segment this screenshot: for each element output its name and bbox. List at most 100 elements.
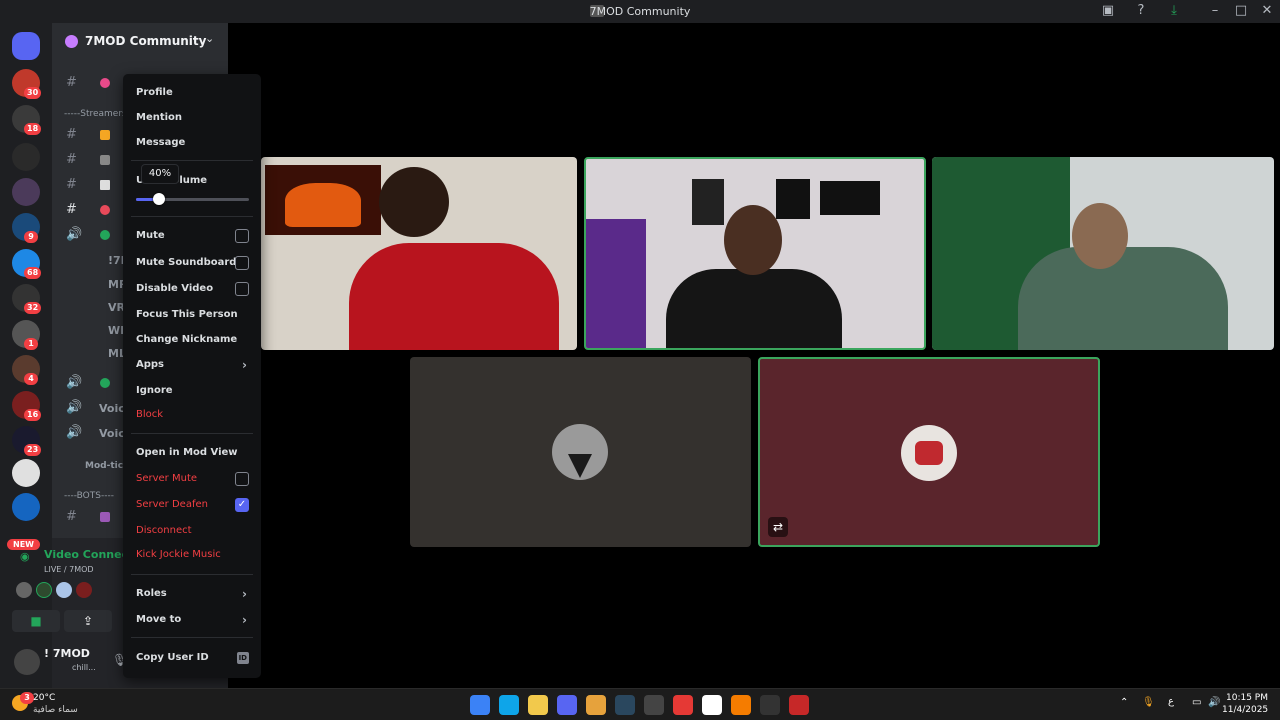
category-streamers[interactable]: -----Streamers [64, 109, 127, 119]
menu-item-message[interactable]: Message [131, 133, 253, 153]
channel-row[interactable]: # [66, 202, 110, 217]
language-indicator[interactable]: ع [1168, 696, 1174, 707]
channel-row[interactable]: # [66, 152, 110, 167]
channel-row[interactable]: # [66, 127, 110, 142]
chat-app-icon[interactable] [586, 695, 606, 715]
disable-video-checkbox[interactable] [235, 282, 249, 296]
video-tile-streamer-3[interactable] [932, 157, 1274, 350]
quickshare-icon[interactable] [702, 695, 722, 715]
server-icon[interactable] [12, 178, 40, 206]
category-bots[interactable]: ----BOTS---- [64, 491, 114, 501]
avatar-tile-bot[interactable]: ⇄ [758, 357, 1100, 547]
screen-share-icon[interactable]: ▣ [1100, 3, 1116, 19]
chevron-up-icon[interactable]: ⌃ [1120, 697, 1128, 708]
maximize-icon[interactable]: □ [1233, 3, 1249, 19]
guild-name: 7MOD Community [85, 34, 207, 48]
clock-date[interactable]: 11/4/2025 [1222, 705, 1268, 715]
weather-temp[interactable]: 20°C [33, 693, 55, 703]
person-head [379, 167, 449, 237]
volume-slider[interactable] [136, 193, 249, 205]
avatar-tile-cat[interactable] [410, 357, 751, 547]
obs-icon[interactable] [644, 695, 664, 715]
screen-share-button[interactable]: ⇪ [64, 610, 112, 632]
signal-icon: ◉ [20, 550, 30, 563]
menu-item-mention[interactable]: Mention [131, 108, 253, 128]
epic-games-icon[interactable] [760, 695, 780, 715]
server-deafen-checkbox[interactable]: ✓ [235, 498, 249, 512]
menu-item-disconnect[interactable]: Disconnect [131, 521, 253, 541]
guild-header[interactable]: 7MOD Community ⌄ [52, 23, 228, 59]
person-silhouette [666, 269, 842, 348]
microphone-icon[interactable]: 🎙 [1142, 697, 1155, 708]
minimize-icon[interactable]: – [1207, 3, 1223, 19]
mute-checkbox[interactable] [235, 229, 249, 243]
menu-item-server-mute[interactable]: Server Mute [131, 469, 253, 489]
media-app-icon[interactable] [789, 695, 809, 715]
voice-channel-icon[interactable]: 🔊 [66, 425, 82, 440]
discord-icon[interactable] [557, 695, 577, 715]
menu-item-move-to[interactable]: Move to › [131, 610, 253, 630]
voice-channel-icon[interactable]: 🔊 [66, 400, 82, 415]
menu-item-roles[interactable]: Roles › [131, 584, 253, 604]
mute-soundboard-checkbox[interactable] [235, 256, 249, 270]
voice-member[interactable]: WI [108, 324, 124, 337]
avatar[interactable] [14, 649, 40, 675]
participant-avatar[interactable] [16, 582, 32, 598]
mention-badge: 9 [24, 231, 38, 243]
menu-item-apps[interactable]: Apps › [131, 355, 253, 375]
menu-item-open-mod-view[interactable]: Open in Mod View [131, 443, 253, 463]
stream-icon[interactable]: ⇄ [768, 517, 788, 537]
guild-icon [65, 35, 78, 48]
download-icon[interactable]: ⤓ [1166, 3, 1182, 19]
chevron-right-icon: › [242, 358, 247, 372]
menu-item-mute[interactable]: Mute [131, 226, 253, 246]
menu-item-copy-user-id[interactable]: Copy User ID ID [131, 648, 253, 668]
menu-item-change-nickname[interactable]: Change Nickname [131, 330, 253, 350]
clock-time[interactable]: 10:15 PM [1222, 693, 1268, 703]
menu-item-ignore[interactable]: Ignore [131, 381, 253, 401]
menu-item-profile[interactable]: Profile [131, 83, 253, 103]
discord-home-icon[interactable] [12, 32, 40, 60]
weather-badge: 3 [20, 692, 34, 704]
chevron-down-icon[interactable]: ⌄ [205, 32, 214, 45]
menu-item-disable-video[interactable]: Disable Video [131, 279, 253, 299]
mention-badge: 4 [24, 373, 38, 385]
menu-item-server-deafen[interactable]: Server Deafen ✓ [131, 495, 253, 515]
menu-item-mute-soundboard[interactable]: Mute Soundboard [131, 253, 253, 273]
custom-status: chill... [72, 663, 96, 672]
channel-row[interactable]: # [66, 177, 110, 192]
edge-icon[interactable] [499, 695, 519, 715]
mention-badge: 1 [24, 338, 38, 350]
username[interactable]: ! 7MOD [44, 647, 90, 660]
windows-start-icon[interactable] [470, 695, 490, 715]
display-icon[interactable]: ▭ [1192, 697, 1201, 708]
server-icon[interactable] [12, 459, 40, 487]
server-icon[interactable] [12, 493, 40, 521]
bot-avatar [901, 425, 957, 481]
mention-badge: 23 [24, 444, 42, 456]
menu-item-kick[interactable]: Kick Jockie Music [131, 545, 253, 565]
participant-avatar[interactable] [56, 582, 72, 598]
participant-avatar[interactable] [36, 582, 52, 598]
weather-description: سماء صافية [33, 705, 78, 715]
volume-slider-handle[interactable] [152, 193, 165, 205]
steam-icon[interactable] [615, 695, 635, 715]
channel-row[interactable]: # [66, 75, 110, 90]
close-icon[interactable]: ✕ [1259, 3, 1275, 19]
file-explorer-icon[interactable] [528, 695, 548, 715]
video-tile-streamer-1[interactable] [261, 157, 577, 350]
voice-channel-live[interactable]: 🔊 [66, 227, 110, 242]
menu-item-focus-person[interactable]: Focus This Person [131, 305, 253, 325]
participant-avatar[interactable] [76, 582, 92, 598]
menu-item-block[interactable]: Block [131, 405, 253, 425]
help-icon[interactable]: ? [1133, 3, 1149, 19]
video-tile-streamer-2[interactable] [584, 157, 926, 350]
camera-icon[interactable]: ■ [12, 610, 60, 632]
voice-channel-icon[interactable]: 🔊 [66, 375, 110, 390]
server-mute-checkbox[interactable] [235, 472, 249, 486]
server-icon[interactable] [12, 143, 40, 171]
app-a-icon[interactable] [731, 695, 751, 715]
volume-icon[interactable]: 🔊 [1208, 697, 1220, 708]
opera-icon[interactable] [673, 695, 693, 715]
channel-row[interactable]: # [66, 509, 110, 524]
